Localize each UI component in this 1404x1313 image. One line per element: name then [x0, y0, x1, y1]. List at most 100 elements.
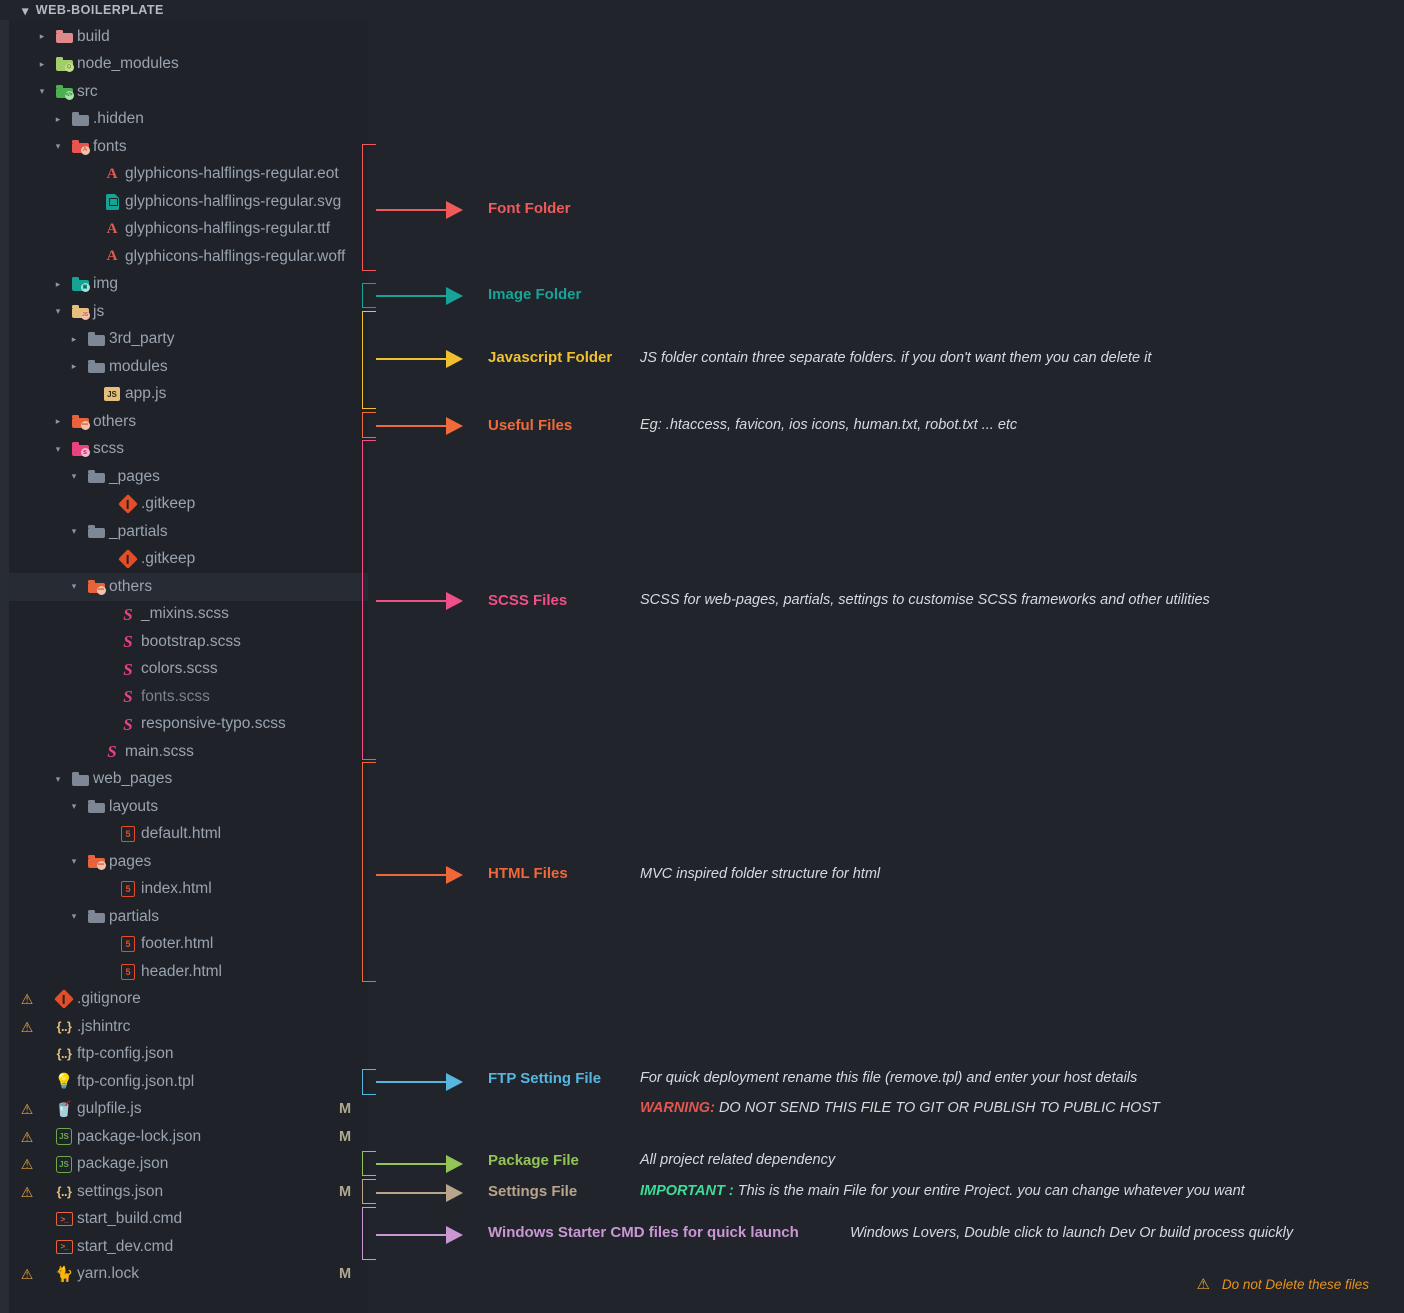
- tree-row[interactable]: Sfonts.scss: [9, 683, 368, 711]
- tree-item-label: glyphicons-halflings-regular.svg: [125, 192, 342, 210]
- twisty-icon[interactable]: ▸: [35, 31, 49, 42]
- twisty-icon[interactable]: ▸: [67, 361, 81, 372]
- twisty-icon[interactable]: ▾: [67, 471, 81, 482]
- tree-row[interactable]: ▾ Afonts: [9, 133, 368, 161]
- tree-row[interactable]: >_ start_dev.cmd: [9, 1233, 368, 1261]
- annotation-arrow-line: [376, 295, 448, 297]
- twisty-icon[interactable]: ▾: [67, 911, 81, 922]
- tree-row[interactable]: ⚠ 🐈 yarn.lock M: [9, 1261, 368, 1289]
- file-icon-slot: •••: [85, 578, 107, 596]
- file-icon-slot: JS: [53, 1128, 75, 1146]
- tree-row[interactable]: ▸ ▣ img: [9, 271, 368, 299]
- tree-row[interactable]: 5 header.html: [9, 958, 368, 986]
- tree-row[interactable]: 5 default.html: [9, 821, 368, 849]
- twisty-icon[interactable]: ▾: [67, 526, 81, 537]
- tree-item-label: footer.html: [141, 935, 214, 953]
- twisty-icon[interactable]: ▸: [51, 114, 65, 125]
- file-tree-panel: ▾ WEB-BOILERPLATE ▸ build ▸ ⬡ node_modules ▾ <…: [0, 0, 368, 1313]
- tree-row[interactable]: Sbootstrap.scss: [9, 628, 368, 656]
- tree-row[interactable]: ▸ 3rd_party: [9, 326, 368, 354]
- tree-row[interactable]: .gitkeep: [9, 546, 368, 574]
- folder-icon: [87, 469, 105, 484]
- file-icon-slot: A: [101, 220, 123, 238]
- tree-row[interactable]: ⚠ {..} .jshintrc: [9, 1013, 368, 1041]
- folder-icon: ⬡: [55, 57, 74, 73]
- tree-row[interactable]: >_ start_build.cmd: [9, 1206, 368, 1234]
- file-icon-slot: A: [69, 138, 91, 156]
- tree-row[interactable]: ▾ web_pages: [9, 766, 368, 794]
- tree-item-label: _pages: [109, 467, 160, 485]
- twisty-icon[interactable]: ▸: [51, 416, 65, 427]
- tree-row[interactable]: ▾ _pages: [9, 463, 368, 491]
- tree-row[interactable]: JS app.js: [9, 381, 368, 409]
- tree-row[interactable]: ▾ s scss: [9, 436, 368, 464]
- tree-item-label: app.js: [125, 385, 167, 403]
- annotation-title: HTML Files: [488, 865, 568, 882]
- tree-row[interactable]: ▸ .hidden: [9, 106, 368, 134]
- tree-row[interactable]: S _mixins.scss: [9, 601, 368, 629]
- twisty-icon[interactable]: ▾: [51, 444, 65, 455]
- annotation-description: MVC inspired folder structure for html: [640, 866, 881, 882]
- tree-row[interactable]: ▾ JS js: [9, 298, 368, 326]
- tree-row[interactable]: ▾ layouts: [9, 793, 368, 821]
- tree-row[interactable]: ⚠ .gitignore: [9, 986, 368, 1014]
- tree-row[interactable]: ▾ _partials: [9, 518, 368, 546]
- tree-item-label: .hidden: [93, 110, 144, 128]
- footer-note: ⚠ Do not Delete these files: [1196, 1275, 1369, 1293]
- tree-row[interactable]: ▸ ⬡ node_modules: [9, 51, 368, 79]
- twisty-icon[interactable]: ▾: [51, 774, 65, 785]
- folder-icon: •••: [87, 854, 106, 870]
- annotation-bracket: [362, 440, 376, 760]
- annotation-title: Settings File: [488, 1183, 578, 1200]
- twisty-icon[interactable]: ▸: [35, 59, 49, 70]
- annotation-title: SCSS Files: [488, 592, 568, 609]
- tree-row[interactable]: Aglyphicons-halflings-regular.ttf: [9, 216, 368, 244]
- file-icon-slot: [69, 110, 91, 128]
- annotation-bracket: [362, 1179, 376, 1204]
- twisty-icon[interactable]: ▸: [51, 279, 65, 290]
- yarn-file-icon: 🐈: [54, 1265, 74, 1283]
- project-root-header[interactable]: ▾ WEB-BOILERPLATE: [0, 0, 368, 20]
- tree-row[interactable]: ▾ partials: [9, 903, 368, 931]
- file-icon-slot: 🐈: [53, 1265, 75, 1283]
- tree-row[interactable]: 5 footer.html: [9, 931, 368, 959]
- twisty-icon[interactable]: ▸: [67, 334, 81, 345]
- twisty-icon[interactable]: ▾: [51, 306, 65, 317]
- tree-item-label: pages: [109, 852, 152, 870]
- tree-row[interactable]: Aglyphicons-halflings-regular.eot: [9, 161, 368, 189]
- sass-file-icon: S: [123, 714, 133, 734]
- font-file-icon: A: [106, 220, 118, 237]
- twisty-icon[interactable]: ▾: [67, 801, 81, 812]
- tree-row[interactable]: .gitkeep: [9, 491, 368, 519]
- tree-row[interactable]: ▾ </> src: [9, 78, 368, 106]
- tree-row[interactable]: Scolors.scss: [9, 656, 368, 684]
- tree-item-label: package-lock.json: [77, 1127, 202, 1145]
- file-icon-slot: 5: [117, 963, 139, 981]
- tree-row[interactable]: {..} ftp-config.json: [9, 1041, 368, 1069]
- twisty-icon[interactable]: ▾: [35, 86, 49, 97]
- tree-row[interactable]: ⚠ JS package.json: [9, 1151, 368, 1179]
- annotation-title: Javascript Folder: [488, 349, 613, 366]
- tree-row[interactable]: Aglyphicons-halflings-regular.woff: [9, 243, 368, 271]
- annotation-arrow-head: [446, 592, 463, 610]
- tree-row[interactable]: Smain.scss: [9, 738, 368, 766]
- tree-row[interactable]: ▸ ••• others: [9, 408, 368, 436]
- tree-item-label: .gitkeep: [141, 495, 196, 513]
- tree-row[interactable]: ⚠ {..} settings.json M: [9, 1178, 368, 1206]
- tree-row[interactable]: ⚠ JS package-lock.json M: [9, 1123, 368, 1151]
- twisty-icon[interactable]: ▾: [67, 856, 81, 867]
- tree-item-label: 3rd_party: [109, 330, 175, 348]
- tree-row[interactable]: ▸ modules: [9, 353, 368, 381]
- twisty-icon[interactable]: ▾: [67, 581, 81, 592]
- tree-row[interactable]: ▾ ••• pages: [9, 848, 368, 876]
- tree-row[interactable]: glyphicons-halflings-regular.svg: [9, 188, 368, 216]
- file-icon-slot: >_: [53, 1238, 75, 1256]
- tree-row[interactable]: Sresponsive-typo.scss: [9, 711, 368, 739]
- twisty-icon[interactable]: ▾: [51, 141, 65, 152]
- annotation-arrow-head: [446, 417, 463, 435]
- tree-row[interactable]: 💡 ftp-config.json.tpl: [9, 1068, 368, 1096]
- tree-row[interactable]: ▾ ••• others: [9, 573, 368, 601]
- tree-row[interactable]: ▸ build: [9, 23, 368, 51]
- tree-row[interactable]: 5 index.html: [9, 876, 368, 904]
- tree-row[interactable]: ⚠ 🥤 gulpfile.js M: [9, 1096, 368, 1124]
